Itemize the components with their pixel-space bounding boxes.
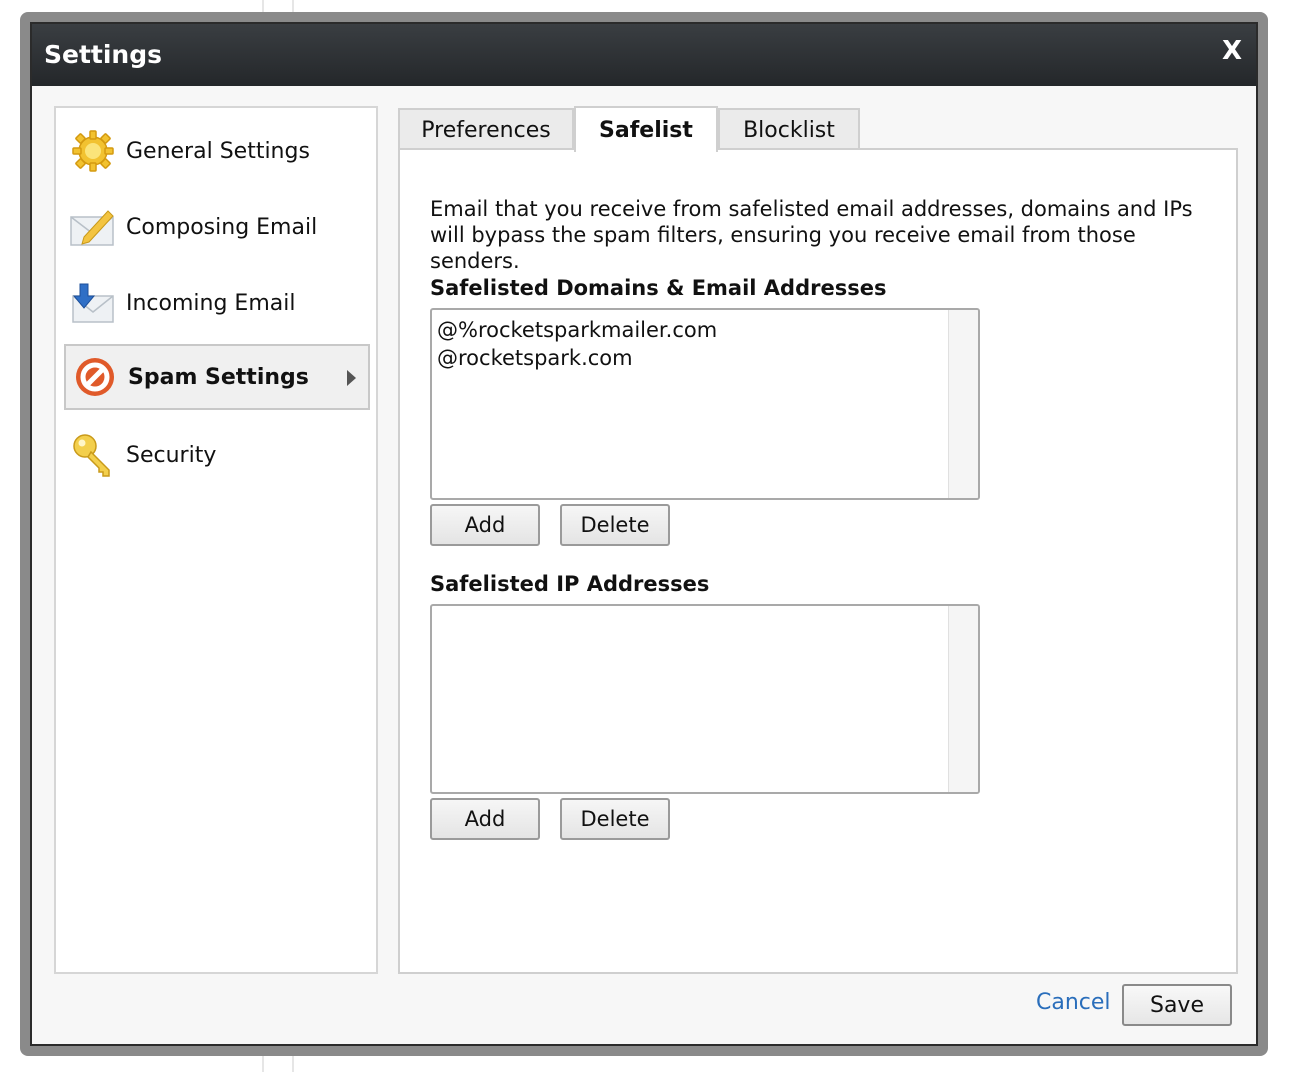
ips-section-label: Safelisted IP Addresses <box>430 572 710 596</box>
sidebar-item-label: Composing Email <box>126 214 318 240</box>
delete-ip-button[interactable]: Delete <box>560 798 670 840</box>
chevron-right-icon <box>347 370 356 386</box>
tab-label: Blocklist <box>743 117 835 143</box>
safelist-panel: Email that you receive from safelisted e… <box>398 148 1238 974</box>
sidebar-item-security[interactable]: Security <box>64 422 370 488</box>
envelope-download-icon <box>70 280 116 326</box>
add-ip-button[interactable]: Add <box>430 798 540 840</box>
domains-listbox[interactable]: @%rocketsparkmailer.com @rocketspark.com <box>430 308 980 500</box>
save-button[interactable]: Save <box>1122 984 1232 1026</box>
add-domain-button[interactable]: Add <box>430 504 540 546</box>
list-item[interactable]: @%rocketsparkmailer.com <box>437 318 717 342</box>
close-button[interactable]: X <box>1222 36 1242 66</box>
scrollbar[interactable] <box>948 606 978 792</box>
sidebar-item-label: Security <box>126 442 217 468</box>
safelist-description: Email that you receive from safelisted e… <box>430 197 1193 273</box>
gear-icon <box>70 128 116 174</box>
tab-safelist[interactable]: Safelist <box>574 106 718 152</box>
scrollbar[interactable] <box>948 310 978 498</box>
settings-sidebar: General Settings Composing Email Incomin… <box>54 106 378 974</box>
sidebar-item-general-settings[interactable]: General Settings <box>64 118 370 184</box>
sidebar-item-label: General Settings <box>126 138 310 164</box>
sidebar-item-spam-settings[interactable]: Spam Settings <box>64 344 370 410</box>
dialog-titlebar: Settings X <box>32 24 1256 86</box>
prohibited-icon <box>72 354 118 400</box>
key-icon <box>70 432 116 478</box>
tab-preferences[interactable]: Preferences <box>398 108 574 150</box>
settings-dialog: Settings X General Settings Composing Em… <box>30 22 1258 1046</box>
sidebar-item-label: Incoming Email <box>126 290 296 316</box>
tab-label: Preferences <box>421 117 551 143</box>
sidebar-item-composing-email[interactable]: Composing Email <box>64 194 370 260</box>
tab-label: Safelist <box>599 117 693 143</box>
sidebar-item-incoming-email[interactable]: Incoming Email <box>64 270 370 336</box>
cancel-link[interactable]: Cancel <box>1036 990 1111 1015</box>
dialog-title: Settings <box>44 40 163 69</box>
sidebar-item-label: Spam Settings <box>128 364 309 390</box>
domains-section-label: Safelisted Domains & Email Addresses <box>430 276 887 300</box>
delete-domain-button[interactable]: Delete <box>560 504 670 546</box>
envelope-pencil-icon <box>70 204 116 250</box>
ips-listbox[interactable] <box>430 604 980 794</box>
list-item[interactable]: @rocketspark.com <box>437 346 633 370</box>
tab-blocklist[interactable]: Blocklist <box>718 108 860 150</box>
